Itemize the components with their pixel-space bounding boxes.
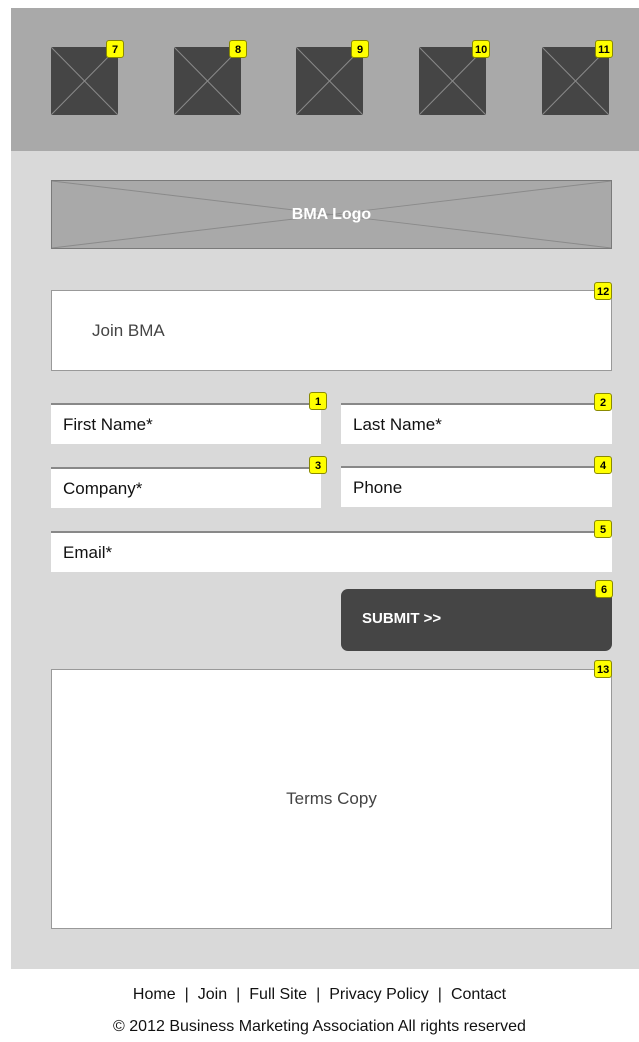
- submit-button[interactable]: SUBMIT >>: [341, 589, 612, 651]
- last-name-field[interactable]: Last Name*: [341, 403, 612, 444]
- annotation-badge: 3: [309, 456, 327, 474]
- footer-link-join[interactable]: Join: [198, 986, 227, 1003]
- annotation-badge: 7: [106, 40, 124, 58]
- join-heading-box: Join BMA: [51, 290, 612, 371]
- annotation-badge: 12: [594, 282, 613, 300]
- terms-copy: Terms Copy: [286, 789, 377, 808]
- copyright-text: © 2012 Business Marketing Association Al…: [113, 1018, 526, 1035]
- annotation-badge: 13: [594, 660, 613, 678]
- annotation-badge: 8: [229, 40, 247, 58]
- footer-nav: Home | Join | Full Site | Privacy Policy | Conta…: [0, 986, 639, 1004]
- logo-label: BMA Logo: [291, 205, 372, 223]
- annotation-badge: 9: [351, 40, 369, 58]
- annotation-badge: 10: [472, 40, 491, 58]
- footer-separator: |: [184, 986, 189, 1003]
- first-name-field[interactable]: First Name*: [51, 403, 321, 444]
- company-field[interactable]: Company*: [51, 467, 321, 508]
- footer-link-home[interactable]: Home: [133, 986, 176, 1003]
- phone-field[interactable]: Phone: [341, 466, 612, 507]
- footer-separator: |: [437, 986, 442, 1003]
- logo-placeholder: BMA Logo: [51, 180, 612, 249]
- annotation-badge: 11: [595, 40, 613, 58]
- footer-separator: |: [316, 986, 321, 1003]
- annotation-badge: 4: [594, 456, 612, 474]
- footer-separator: |: [236, 986, 241, 1003]
- annotation-badge: 5: [594, 520, 612, 538]
- annotation-badge: 1: [309, 392, 327, 410]
- email-field[interactable]: Email*: [51, 531, 612, 572]
- footer-link-privacy-policy[interactable]: Privacy Policy: [329, 986, 429, 1003]
- annotation-badge: 6: [595, 580, 613, 598]
- terms-box: Terms Copy: [51, 669, 612, 929]
- footer-link-full-site[interactable]: Full Site: [249, 986, 307, 1003]
- annotation-badge: 2: [594, 393, 612, 411]
- join-heading: Join BMA: [92, 321, 165, 340]
- footer-link-contact[interactable]: Contact: [451, 986, 506, 1003]
